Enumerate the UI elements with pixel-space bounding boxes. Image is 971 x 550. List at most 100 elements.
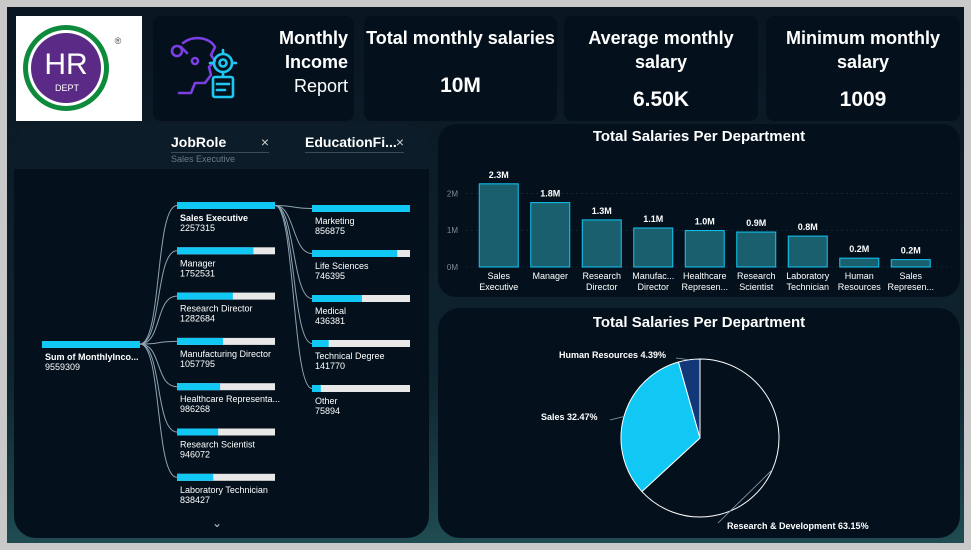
- data-label: 1.3M: [592, 206, 612, 216]
- leader-line: [675, 357, 690, 361]
- tree-node-jobrole[interactable]: Research Director1282684: [177, 292, 275, 324]
- bar[interactable]: [633, 227, 674, 268]
- pie-label: Research & Development 63.15%: [727, 521, 869, 531]
- hr-logo: HR DEPT ®: [23, 25, 122, 111]
- x-tick-label: Laboratory: [786, 271, 830, 281]
- tree-root-node[interactable]: Sum of MonthlyInco...9559309: [42, 341, 140, 372]
- kpi-card-minimum[interactable]: Minimum monthly salary 1009: [766, 16, 960, 121]
- data-label: 0.8M: [798, 222, 818, 232]
- tree-node-jobrole[interactable]: Research Scientist946072: [177, 428, 275, 460]
- tree-node-education[interactable]: Medical436381: [312, 295, 410, 326]
- pie-chart[interactable]: Research & Development 63.15% Sales 32.47…: [438, 308, 960, 538]
- node-value: 1282684: [180, 314, 215, 324]
- node-value: 838427: [180, 495, 210, 505]
- x-tick-label: Research: [582, 271, 621, 281]
- node-value: 986268: [180, 404, 210, 414]
- x-tick-label: Manufac...: [632, 271, 674, 281]
- kpi-card-average[interactable]: Average monthly salary 6.50K: [564, 16, 758, 121]
- bar[interactable]: [890, 259, 931, 268]
- chevron-down-icon[interactable]: ⌄: [212, 516, 222, 530]
- bar-fill: [42, 341, 140, 348]
- tree-node-education[interactable]: Other75894: [312, 385, 410, 416]
- tree-link: [274, 205, 313, 344]
- node-value: 141770: [315, 361, 345, 371]
- report-title-card: Monthly Income Report: [153, 16, 354, 121]
- bar-fill: [177, 247, 254, 255]
- bar-fill: [312, 385, 321, 392]
- node-value: 856875: [315, 226, 345, 236]
- x-tick-label: Technician: [786, 282, 829, 292]
- bar[interactable]: [581, 219, 622, 268]
- kpi-title-line2: salary: [634, 52, 688, 72]
- bar[interactable]: [839, 257, 880, 268]
- node-label: Sum of MonthlyInco...: [45, 352, 139, 362]
- tree-node-jobrole[interactable]: Manager1752531: [177, 247, 275, 278]
- tree-link: [139, 343, 178, 433]
- x-tick-label: Scientist: [739, 282, 774, 292]
- x-tick-label: Represen...: [887, 282, 934, 292]
- bar-fill: [312, 340, 329, 347]
- data-label: 1.8M: [540, 189, 560, 199]
- decomposition-tree[interactable]: Sum of MonthlyInco...9559309 Sales Execut…: [14, 124, 429, 538]
- node-label: Marketing: [315, 216, 355, 226]
- bar-track: [312, 385, 410, 392]
- node-label: Manager: [180, 258, 216, 268]
- bar[interactable]: [530, 202, 571, 268]
- x-tick-label: Sales: [899, 271, 922, 281]
- bar-fill: [177, 202, 275, 209]
- kpi-title-line2: salary: [836, 52, 890, 72]
- ai-robot-gear-icon: [170, 36, 238, 99]
- node-label: Medical: [315, 306, 346, 316]
- kpi-card-total[interactable]: Total monthly salaries 10M: [364, 16, 557, 121]
- bar-fill: [177, 337, 224, 345]
- kpi-value: 10M: [440, 74, 481, 97]
- x-tick-label: Healthcare: [683, 271, 727, 281]
- x-tick-label: Sales: [487, 271, 510, 281]
- bar[interactable]: [787, 235, 828, 268]
- node-label: Sales Executive: [180, 213, 248, 223]
- x-tick-label: Human: [845, 271, 874, 281]
- dashboard-canvas: HR DEPT ® Monthly Income Report Total mo…: [7, 7, 964, 543]
- tree-node-jobrole[interactable]: Sales Executive2257315: [177, 202, 275, 233]
- node-value: 2257315: [180, 223, 215, 233]
- tree-node-jobrole[interactable]: Manufacturing Director1057795: [177, 337, 275, 369]
- bar[interactable]: [478, 183, 519, 268]
- bar-fill: [312, 250, 398, 257]
- tree-node-education[interactable]: Technical Degree141770: [312, 340, 410, 371]
- tree-node-education[interactable]: Marketing856875: [312, 205, 410, 236]
- bar[interactable]: [736, 231, 777, 268]
- logo: HR DEPT ®: [16, 16, 142, 121]
- bar-fill: [312, 295, 362, 302]
- decomposition-tree-card[interactable]: JobRole × Sales Executive EducationFi...…: [14, 124, 429, 538]
- tree-node-jobrole[interactable]: Healthcare Representa...986268: [177, 383, 280, 414]
- kpi-title-line1: Average monthly: [588, 28, 734, 48]
- tree-link: [139, 295, 178, 345]
- data-label: 0.2M: [901, 246, 921, 256]
- tree-link: [139, 205, 178, 345]
- node-value: 75894: [315, 406, 340, 416]
- node-label: Life Sciences: [315, 261, 369, 271]
- bar-chart[interactable]: 0M1M2M2.3MSalesExecutive1.8MManager1.3MR…: [438, 124, 960, 297]
- kpi-value: 6.50K: [632, 88, 690, 111]
- report-title-line1: Monthly: [279, 28, 348, 48]
- node-value: 436381: [315, 316, 345, 326]
- bar-fill: [177, 473, 214, 481]
- report-title: Monthly Income Report: [279, 26, 348, 98]
- node-label: Research Director: [180, 304, 253, 314]
- bar-fill: [312, 205, 410, 212]
- tree-node-education[interactable]: Life Sciences746395: [312, 250, 410, 281]
- tree-node-jobrole[interactable]: Laboratory Technician838427: [177, 473, 275, 505]
- x-tick-label: Manager: [532, 271, 568, 281]
- node-label: Research Scientist: [180, 440, 256, 450]
- pie-chart-card[interactable]: Total Salaries Per Department Research &…: [438, 308, 960, 538]
- node-label: Manufacturing Director: [180, 349, 271, 359]
- bar-chart-card[interactable]: Total Salaries Per Department 0M 1M 2M 2.3M…: [438, 124, 960, 297]
- data-label: 1.1M: [643, 214, 663, 224]
- node-value: 9559309: [45, 362, 80, 372]
- data-label: 1.0M: [695, 217, 715, 227]
- bar[interactable]: [684, 230, 725, 268]
- pie-label: Sales 32.47%: [541, 412, 598, 422]
- logo-mark: ®: [115, 36, 122, 46]
- x-tick-label: Resources: [838, 282, 882, 292]
- kpi-title-line1: Minimum monthly: [786, 28, 940, 48]
